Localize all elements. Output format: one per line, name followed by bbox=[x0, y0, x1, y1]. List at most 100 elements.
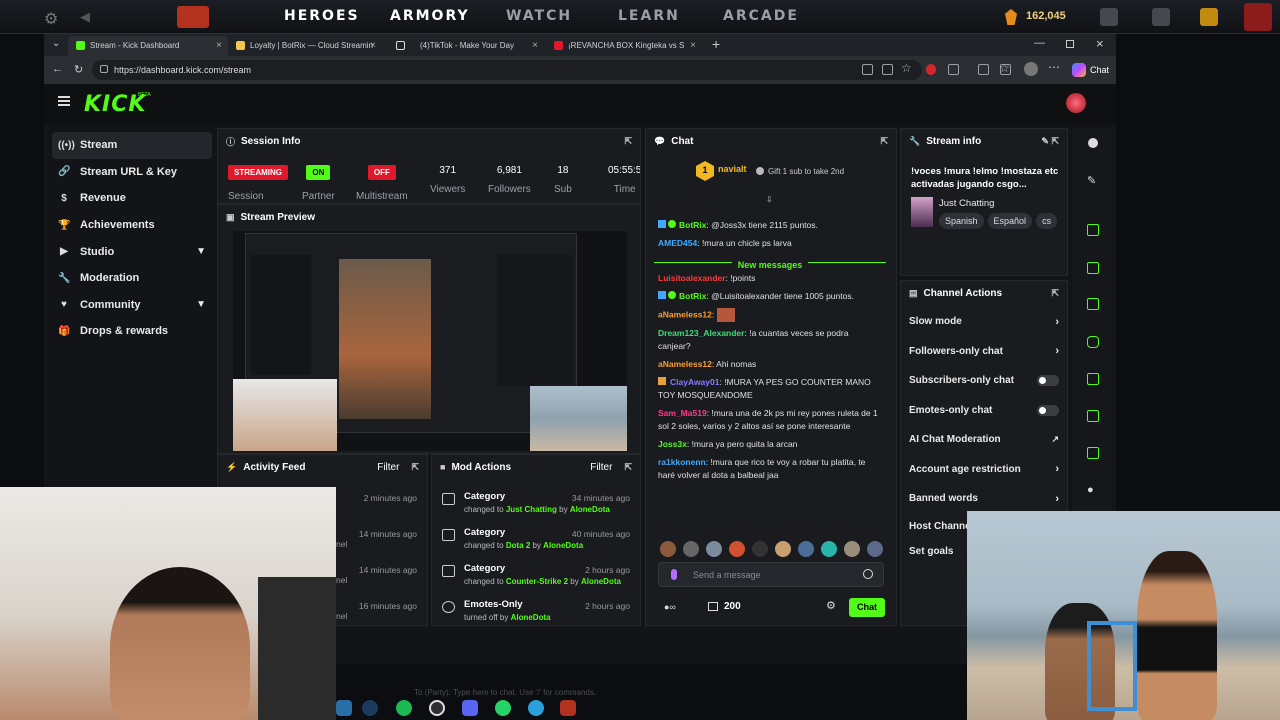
more-icon[interactable]: ⋯ bbox=[1048, 60, 1060, 74]
chatter-avatar[interactable] bbox=[752, 541, 768, 557]
tab-botrix[interactable]: Loyalty | BotRix — Cloud Streamin × bbox=[228, 36, 382, 56]
popout-icon[interactable]: ⇱ bbox=[624, 462, 632, 473]
new-messages-divider[interactable]: New messages bbox=[654, 255, 886, 270]
menu-hamburger-icon[interactable] bbox=[58, 96, 70, 106]
gift-text[interactable]: Gift 1 sub to take 2nd bbox=[768, 167, 844, 176]
mod-action-user[interactable]: AloneDota bbox=[511, 613, 551, 622]
chatter-avatar[interactable] bbox=[821, 541, 837, 557]
popout-icon[interactable]: ⇱ bbox=[624, 136, 632, 147]
chat-username[interactable]: AMED454 bbox=[658, 238, 697, 248]
filter-button[interactable]: Filter bbox=[590, 462, 612, 473]
sidebar-item-community[interactable]: ♥ Community ▼ bbox=[52, 292, 212, 319]
game-chat-input[interactable]: To (Party): Type here to chat. Use '/' f… bbox=[414, 688, 596, 697]
nav-learn[interactable]: LEARN bbox=[618, 8, 680, 24]
steam-icon[interactable] bbox=[362, 700, 378, 716]
sidebar-item-drops-rewards[interactable]: 🎁 Drops & rewards bbox=[52, 318, 212, 345]
sidebar-item-moderation[interactable]: 🔧 Moderation bbox=[52, 265, 212, 292]
info-icon[interactable] bbox=[1088, 138, 1098, 148]
maximize-icon[interactable] bbox=[1066, 40, 1074, 48]
tag-chip[interactable]: Español bbox=[987, 213, 1033, 229]
minimize-icon[interactable]: — bbox=[1034, 37, 1045, 49]
chat-username[interactable]: BotRix bbox=[679, 291, 706, 301]
chatter-avatar[interactable] bbox=[867, 541, 883, 557]
user-avatar[interactable] bbox=[1066, 93, 1086, 113]
chatter-avatar[interactable] bbox=[683, 541, 699, 557]
sidebar-item-studio[interactable]: ▶ Studio ▼ bbox=[52, 238, 212, 265]
chat-username[interactable]: aNameless12 bbox=[658, 309, 712, 319]
expand-icon[interactable]: ⇩ bbox=[766, 195, 773, 204]
copilot-button[interactable]: Chat bbox=[1068, 60, 1112, 80]
chatter-avatar[interactable] bbox=[798, 541, 814, 557]
new-tab-icon[interactable]: + bbox=[712, 36, 720, 52]
back-arrow-icon[interactable]: ◀ bbox=[80, 9, 90, 25]
site-info-icon[interactable] bbox=[100, 65, 108, 73]
whatsapp-icon[interactable] bbox=[495, 700, 511, 716]
chatter-avatar[interactable] bbox=[729, 541, 745, 557]
power-icon[interactable] bbox=[1244, 3, 1272, 31]
chat-input[interactable]: Send a message bbox=[658, 562, 884, 587]
banned-words-row[interactable]: Banned words › bbox=[901, 484, 1067, 514]
ai-moderation-row[interactable]: AI Chat Moderation ↗ bbox=[901, 425, 1067, 455]
close-tab-icon[interactable]: × bbox=[370, 40, 376, 51]
tab-tiktok[interactable]: (4)TikTok - Make Your Day × bbox=[388, 36, 544, 56]
mic-icon[interactable] bbox=[671, 569, 677, 580]
translate-icon[interactable] bbox=[862, 64, 873, 75]
chat-settings-icon[interactable]: ⚙ bbox=[826, 599, 836, 612]
chatter-avatar[interactable] bbox=[706, 541, 722, 557]
emotes-only-toggle[interactable] bbox=[1037, 404, 1059, 416]
back-icon[interactable]: ← bbox=[52, 63, 63, 75]
chat-username[interactable]: Sam_Ma519 bbox=[658, 408, 707, 418]
pinned-user[interactable]: navialt bbox=[718, 164, 747, 174]
emoji-icon[interactable] bbox=[863, 569, 873, 579]
chat-username[interactable]: ra1kkonenn bbox=[658, 457, 706, 467]
edit-icon[interactable]: ✎ bbox=[1087, 174, 1096, 187]
dota-logo-icon[interactable] bbox=[177, 6, 209, 28]
wrench-icon[interactable] bbox=[1087, 447, 1099, 459]
nav-armory[interactable]: ARMORY bbox=[390, 8, 470, 24]
popout-icon[interactable]: ⇱ bbox=[1051, 288, 1059, 299]
sidebar-item-achievements[interactable]: 🏆 Achievements bbox=[52, 212, 212, 239]
document-icon[interactable] bbox=[1087, 298, 1099, 310]
sidebar-item-revenue[interactable]: $ Revenue bbox=[52, 185, 212, 212]
tab-kick-dashboard[interactable]: Stream - Kick Dashboard × bbox=[68, 36, 228, 56]
mod-action-user[interactable]: AloneDota bbox=[543, 541, 583, 550]
subscribers-only-toggle[interactable] bbox=[1037, 375, 1059, 387]
sidebar-item-stream[interactable]: ((•)) Stream bbox=[52, 132, 212, 159]
settings-icon[interactable]: ⚙ bbox=[44, 9, 58, 29]
reload-icon[interactable]: ↻ bbox=[74, 63, 83, 76]
reader-icon[interactable] bbox=[882, 64, 893, 75]
lightning-icon[interactable] bbox=[1087, 262, 1099, 274]
extension-red-icon[interactable] bbox=[926, 64, 936, 75]
chat-username[interactable]: aNameless12 bbox=[658, 359, 712, 369]
account-age-row[interactable]: Account age restriction › bbox=[901, 455, 1067, 485]
nav-arcade[interactable]: ARCADE bbox=[723, 8, 799, 24]
dota-taskbar-icon[interactable] bbox=[560, 700, 576, 716]
close-tab-icon[interactable]: × bbox=[532, 40, 538, 51]
chat-username[interactable]: Luisitoalexander bbox=[658, 273, 726, 283]
mail-icon[interactable] bbox=[1100, 8, 1118, 26]
close-window-icon[interactable]: × bbox=[1096, 36, 1104, 51]
extension-icon[interactable] bbox=[948, 64, 959, 75]
popout-icon[interactable]: ⇱ bbox=[411, 462, 419, 473]
plus-icon[interactable] bbox=[1200, 8, 1218, 26]
send-chat-button[interactable]: Chat bbox=[849, 598, 885, 617]
chat-bubble-icon[interactable] bbox=[1087, 336, 1099, 348]
category-name[interactable]: Just Chatting bbox=[939, 198, 994, 209]
mod-action-user[interactable]: AloneDota bbox=[581, 577, 621, 586]
discord-icon[interactable] bbox=[462, 700, 478, 716]
telegram-icon[interactable] bbox=[528, 700, 544, 716]
mod-action-user[interactable]: AloneDota bbox=[570, 505, 610, 514]
list-icon[interactable] bbox=[1087, 410, 1099, 422]
spotify-icon[interactable] bbox=[396, 700, 412, 716]
nav-watch[interactable]: WATCH bbox=[506, 8, 572, 24]
chat-username[interactable]: BotRix bbox=[679, 220, 706, 230]
url-input[interactable]: https://dashboard.kick.com/stream bbox=[92, 60, 922, 80]
edit-icon[interactable]: ✎ ⇱ bbox=[1041, 136, 1059, 147]
sidebar-item-stream-url-key[interactable]: 🔗 Stream URL & Key bbox=[52, 159, 212, 186]
broadcast-icon[interactable] bbox=[1087, 373, 1099, 385]
nav-heroes[interactable]: HEROES bbox=[284, 8, 360, 24]
close-tab-icon[interactable]: × bbox=[690, 40, 696, 51]
tag-chip[interactable]: cs bbox=[1036, 213, 1058, 229]
chat-username[interactable]: Dream123_Alexander bbox=[658, 328, 744, 338]
points-count[interactable]: 200 bbox=[724, 601, 741, 612]
